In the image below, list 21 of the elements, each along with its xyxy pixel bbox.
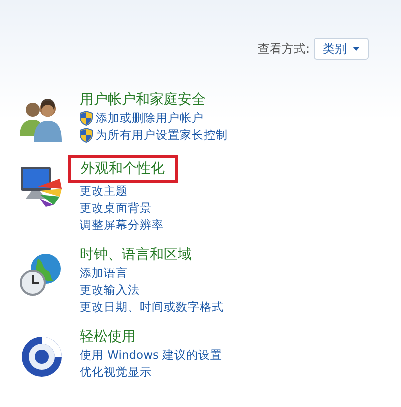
task-link[interactable]: 调整屏幕分辨率: [80, 217, 164, 234]
task-link[interactable]: 更改日期、时间或数字格式: [80, 299, 224, 316]
task-link[interactable]: 优化视觉显示: [80, 364, 152, 381]
users-icon: [20, 99, 62, 142]
view-by-label: 查看方式:: [258, 40, 310, 58]
task-link[interactable]: 使用 Windows 建议的设置: [80, 347, 223, 364]
task-link[interactable]: 更改主题: [80, 183, 128, 200]
task-link[interactable]: 更改桌面背景: [80, 200, 152, 217]
category-title[interactable]: 外观和个性化: [68, 155, 178, 183]
category-title[interactable]: 时钟、语言和区域: [80, 245, 192, 265]
category-title[interactable]: 用户帐户和家庭安全: [80, 90, 206, 110]
view-by-dropdown[interactable]: 类别: [314, 38, 369, 60]
caret-icon: [353, 47, 360, 51]
globe-clock-icon: [20, 254, 61, 296]
task-link[interactable]: 添加语言: [80, 265, 128, 282]
task-link[interactable]: 更改输入法: [80, 282, 140, 299]
accessibility-icon: [22, 337, 62, 377]
task-link[interactable]: 添加或删除用户帐户: [96, 110, 204, 127]
task-link[interactable]: 为所有用户设置家长控制: [96, 127, 228, 144]
display-palette-icon: [21, 167, 62, 207]
category-title[interactable]: 轻松使用: [80, 327, 136, 347]
